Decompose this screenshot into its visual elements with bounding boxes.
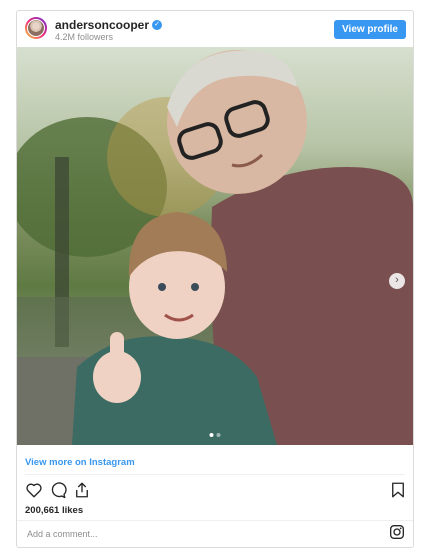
post-header: andersoncooper ✓ 4.2M followers View pro…: [17, 11, 413, 47]
username[interactable]: andersoncooper: [55, 18, 149, 32]
divider: [17, 520, 413, 521]
followers-count: 4.2M followers: [55, 32, 114, 42]
bookmark-icon[interactable]: [389, 481, 407, 499]
post-photo[interactable]: ›: [17, 47, 413, 445]
action-bar: [25, 481, 407, 501]
verified-badge-icon: ✓: [152, 20, 163, 30]
carousel-dot: [209, 433, 214, 437]
avatar[interactable]: [25, 17, 47, 39]
comment-input[interactable]: [25, 523, 359, 545]
likes-count: 200,661 likes: [25, 505, 84, 516]
heart-icon[interactable]: [25, 481, 43, 499]
instagram-embed-card: andersoncooper ✓ 4.2M followers View pro…: [16, 10, 414, 548]
view-more-link[interactable]: View more on Instagram: [25, 457, 135, 468]
share-icon[interactable]: [73, 481, 91, 499]
carousel-dot: [216, 433, 221, 437]
divider: [25, 474, 405, 475]
instagram-icon[interactable]: [389, 524, 405, 540]
carousel-indicator: [209, 433, 221, 437]
view-profile-button[interactable]: View profile: [334, 20, 406, 39]
comment-icon[interactable]: [49, 481, 67, 499]
photo-illustration: [17, 50, 413, 445]
chevron-right-icon[interactable]: ›: [389, 273, 405, 289]
username-row[interactable]: andersoncooper ✓: [55, 18, 163, 32]
